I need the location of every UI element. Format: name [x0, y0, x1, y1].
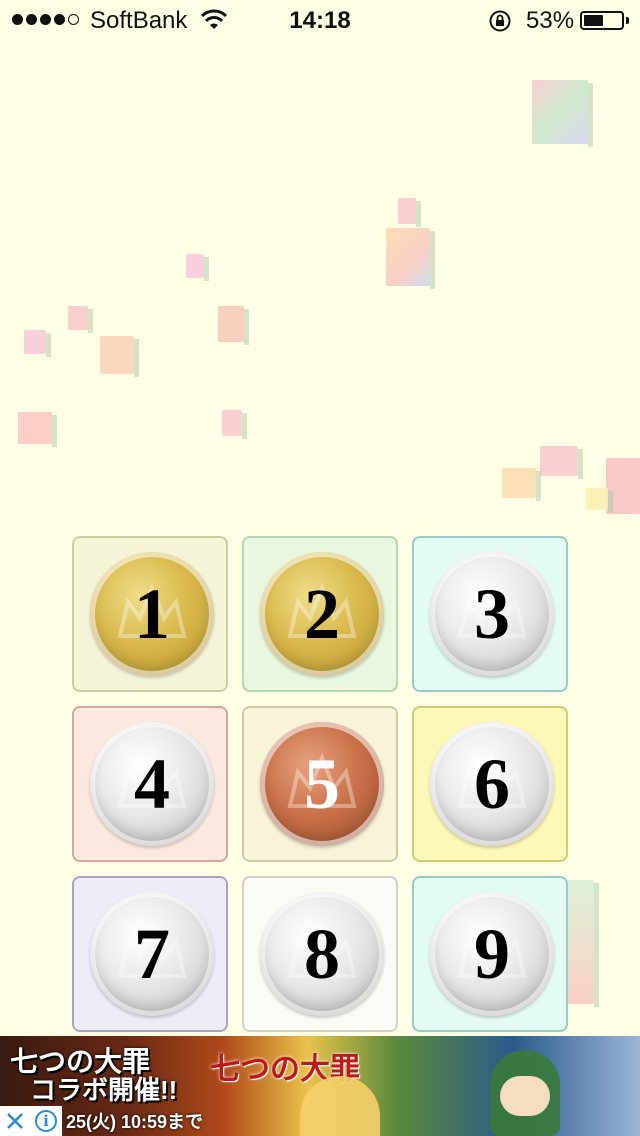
- coin-icon: 4: [90, 722, 214, 846]
- coin-icon: 1: [90, 552, 214, 676]
- number-tile-1[interactable]: 1: [72, 536, 228, 692]
- coin-icon: 9: [430, 892, 554, 1016]
- tile-number: 4: [134, 744, 170, 824]
- rotation-lock-icon: [489, 10, 511, 32]
- ad-character-face: [500, 1076, 550, 1116]
- number-tile-9[interactable]: 9: [412, 876, 568, 1032]
- tile-number: 9: [474, 914, 510, 994]
- decorative-cube: [386, 228, 435, 289]
- tile-number: 1: [134, 574, 170, 654]
- decorative-cube: [222, 410, 247, 439]
- decorative-cube: [18, 412, 57, 447]
- number-tile-8[interactable]: 8: [242, 876, 398, 1032]
- number-tile-5[interactable]: 5: [242, 706, 398, 862]
- close-icon[interactable]: [0, 1106, 30, 1136]
- decorative-cube: [532, 80, 593, 147]
- number-grid: 1 2 3 4 5 6 7 8 9: [72, 536, 568, 1032]
- number-tile-2[interactable]: 2: [242, 536, 398, 692]
- decorative-cube: [186, 254, 209, 281]
- tile-number: 7: [134, 914, 170, 994]
- tile-number: 6: [474, 744, 510, 824]
- decorative-cube: [502, 468, 541, 501]
- coin-icon: 3: [430, 552, 554, 676]
- ad-subheadline: コラボ開催!!: [30, 1075, 178, 1105]
- number-tile-4[interactable]: 4: [72, 706, 228, 862]
- tile-number: 2: [304, 574, 340, 654]
- coin-icon: 8: [260, 892, 384, 1016]
- number-tile-6[interactable]: 6: [412, 706, 568, 862]
- info-icon[interactable]: i: [30, 1106, 62, 1136]
- tile-number: 3: [474, 574, 510, 654]
- tile-number: 5: [304, 744, 340, 824]
- coin-icon: 2: [260, 552, 384, 676]
- decorative-cube: [24, 330, 51, 357]
- decorative-cube: [218, 306, 249, 345]
- number-tile-7[interactable]: 7: [72, 876, 228, 1032]
- tile-number: 8: [304, 914, 340, 994]
- decorative-cube: [586, 488, 613, 513]
- decorative-cube: [398, 198, 421, 227]
- coin-icon: 5: [260, 722, 384, 846]
- battery-tip: [626, 17, 629, 24]
- number-tile-3[interactable]: 3: [412, 536, 568, 692]
- decorative-cube: [540, 446, 583, 479]
- ad-banner[interactable]: 七つの大罪 コラボ開催!! 25(火) 10:59まで 七つの大罪: [0, 1036, 640, 1136]
- ad-date: 25(火) 10:59まで: [66, 1112, 204, 1132]
- battery-icon: [580, 11, 624, 30]
- decorative-cube: [100, 336, 139, 377]
- battery-percent: 53%: [526, 7, 575, 34]
- coin-icon: 6: [430, 722, 554, 846]
- status-bar: SoftBank 14:18 53%: [0, 0, 640, 40]
- coin-icon: 7: [90, 892, 214, 1016]
- decorative-cube: [68, 306, 93, 333]
